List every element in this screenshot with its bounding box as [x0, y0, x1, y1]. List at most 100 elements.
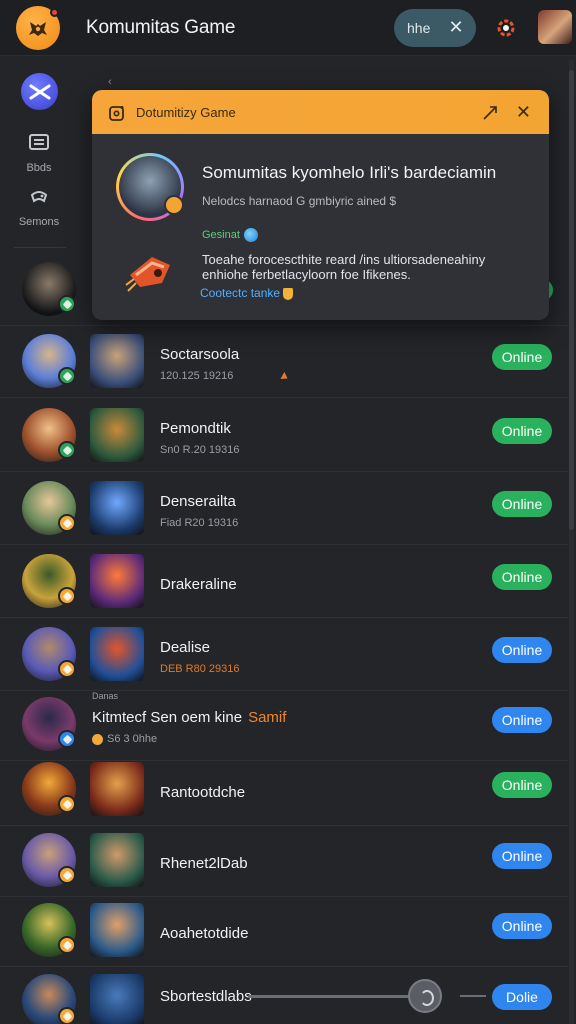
popup-header-title: Dotumitizy Game [136, 105, 236, 120]
friend-name: Rhenet2lDab [160, 855, 248, 872]
friend-name-text: Kitmtecf Sen oem kine [92, 709, 243, 726]
popup-link[interactable]: Cootectc tanke [200, 286, 294, 300]
online-status-button[interactable]: Online [492, 843, 552, 869]
friend-name: Denserailta [160, 493, 236, 510]
volume-slider-track[interactable] [248, 995, 426, 998]
friend-avatar[interactable] [22, 481, 76, 535]
friend-avatar[interactable] [22, 697, 76, 751]
back-chevron-icon[interactable]: ‹ [108, 76, 112, 88]
close-icon[interactable]: ✕ [516, 102, 531, 122]
friend-name: Aoahetotdide [160, 925, 248, 942]
popup-description: Toeahe forocescthite reard /ins ultiorsa… [202, 252, 486, 282]
friend-name: Sbortestdlabs [160, 988, 252, 1005]
game-thumbnail[interactable] [90, 627, 144, 681]
online-status-button[interactable]: Online [492, 913, 552, 939]
top-bar: Komumitas Game hhe ✕ [0, 0, 576, 56]
friend-row[interactable]: Soctarsoola 120.125 19216 Online [0, 326, 568, 398]
status-badge [58, 730, 76, 748]
online-status-button[interactable]: Online [492, 491, 552, 517]
friend-avatar[interactable] [22, 903, 76, 957]
friend-game-tag: Samif [248, 709, 287, 726]
friend-avatar[interactable] [22, 408, 76, 462]
popup-game: Gesinat [202, 228, 258, 242]
friend-row[interactable]: Denserailta Fiad R20 19316 Online [0, 473, 568, 545]
online-status-button[interactable]: Online [492, 707, 552, 733]
friend-avatar[interactable] [22, 833, 76, 887]
online-status-button[interactable]: Online [492, 637, 552, 663]
friend-name: Drakeraline [160, 576, 237, 593]
popup-subtitle: Nelodcs harnaod G gmbiyric ained $ [202, 194, 397, 208]
friend-name: Soctarsoola [160, 346, 239, 363]
friend-avatar[interactable] [22, 627, 76, 681]
volume-slider-knob[interactable] [408, 979, 442, 1013]
shield-icon [283, 287, 294, 300]
friend-row[interactable]: Rhenet2lDab Online [0, 825, 568, 897]
user-avatar[interactable] [538, 10, 572, 44]
friend-name-text: Rantootdche [160, 784, 246, 801]
friend-name: Rantootdche [160, 784, 245, 801]
friend-meta: S6 3 0hhe [92, 733, 157, 745]
status-badge [58, 441, 76, 459]
game-thumbnail[interactable] [90, 762, 144, 816]
popup-link-label: Cootectc tanke [200, 286, 281, 300]
popup-avatar [116, 153, 184, 221]
friend-row[interactable]: Danas Kitmtecf Sen oem kine Samif S6 3 0hhe… [0, 689, 568, 761]
friend-meta: 120.125 19216 [160, 370, 233, 382]
coin-icon [92, 733, 103, 745]
game-thumbnail[interactable] [90, 903, 144, 957]
community-logo-icon[interactable] [21, 73, 58, 110]
friend-meta: Fiad R20 19316 [160, 517, 238, 529]
friend-name: Dealise [160, 639, 210, 656]
online-status-button[interactable]: Online [492, 344, 552, 370]
settings-icon[interactable] [494, 16, 518, 40]
status-badge [58, 1007, 76, 1024]
scrollbar-thumb[interactable] [569, 70, 574, 530]
online-status-button[interactable]: Online [492, 564, 552, 590]
status-badge [58, 660, 76, 678]
friend-avatar[interactable] [22, 334, 76, 388]
status-badge [58, 295, 76, 313]
friend-row[interactable]: Rantootdche Online [0, 754, 568, 826]
friend-row[interactable]: Aoahetotdide Online [0, 895, 568, 967]
game-thumbnail[interactable] [90, 833, 144, 887]
left-rail: Bbds Semons [0, 57, 80, 257]
online-status-button[interactable]: Online [492, 418, 552, 444]
online-status-button[interactable]: Online [492, 772, 552, 798]
friend-avatar[interactable] [22, 974, 76, 1024]
friend-avatar[interactable] [22, 554, 76, 608]
search-input[interactable]: hhe ✕ [394, 9, 476, 47]
friend-name-text: Dealise [160, 639, 211, 656]
rail-item-semons[interactable]: Semons [10, 187, 68, 230]
game-thumbnail[interactable] [90, 481, 144, 535]
rail-label: Semons [18, 216, 60, 228]
expand-icon[interactable] [481, 104, 499, 122]
online-status-button[interactable]: Dolie [492, 984, 552, 1010]
friend-row[interactable]: Pemondtik Sn0 R.20 19316 Online [0, 400, 568, 472]
friend-name-text: Sbortestdlabs [160, 988, 252, 1005]
friend-name-text: Rhenet2lDab [160, 855, 248, 872]
search-value: hhe [407, 20, 431, 36]
clear-search-icon[interactable]: ✕ [447, 18, 465, 36]
status-badge [58, 795, 76, 813]
friend-name-text: Pemondtik [160, 420, 231, 437]
game-thumbnail[interactable] [90, 334, 144, 388]
friend-avatar [22, 262, 76, 316]
scrollbar[interactable] [569, 60, 574, 1024]
rail-divider [14, 247, 66, 248]
app-logo[interactable] [16, 6, 60, 50]
rail-item-bbds[interactable]: Bbds [10, 133, 68, 176]
friend-meta: Sn0 R.20 19316 [160, 444, 240, 456]
friend-meta-text: Sn0 R.20 19316 [160, 444, 240, 456]
game-thumbnail[interactable] [90, 554, 144, 608]
game-thumbnail[interactable] [90, 408, 144, 462]
friend-small-label: Danas [92, 691, 119, 701]
notification-dot [50, 8, 59, 17]
friend-row[interactable]: Drakeraline Online [0, 546, 568, 618]
friend-name-text: Aoahetotdide [160, 925, 249, 942]
friend-row[interactable]: Dealise DEB R80 29316 Online [0, 619, 568, 691]
game-art-icon [125, 257, 170, 292]
gamepad-icon [30, 191, 48, 203]
game-thumbnail[interactable] [90, 974, 144, 1024]
status-badge [58, 514, 76, 532]
friend-avatar[interactable] [22, 762, 76, 816]
